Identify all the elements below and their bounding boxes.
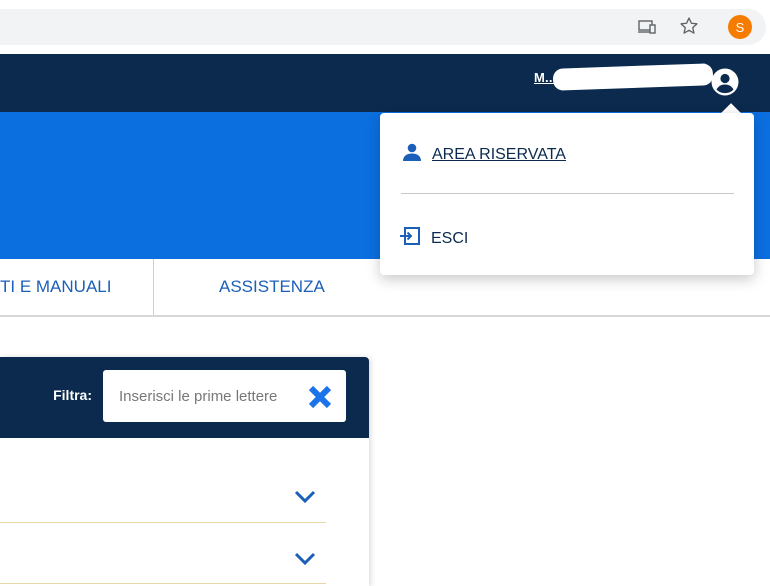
filter-label: Filtra:	[53, 387, 92, 403]
profile-avatar[interactable]: S	[728, 15, 752, 39]
logout-icon	[399, 226, 421, 251]
menu-item-area-riservata[interactable]: AREA RISERVATA	[402, 143, 566, 166]
chevron-down-icon[interactable]	[294, 552, 316, 566]
accordion-row[interactable]	[0, 462, 326, 523]
menu-item-esci[interactable]: ESCI	[399, 226, 468, 251]
accordion-row[interactable]	[0, 523, 326, 584]
account-circle-icon[interactable]	[710, 67, 740, 97]
menu-divider	[401, 193, 734, 194]
nav-separator	[153, 259, 154, 315]
person-icon	[402, 143, 422, 166]
chevron-down-icon[interactable]	[294, 490, 316, 504]
cast-icon[interactable]	[636, 16, 658, 38]
menu-item-label: AREA RISERVATA	[432, 145, 566, 163]
nav-item-assistenza[interactable]: ASSISTENZA	[219, 259, 325, 315]
menu-item-label: ESCI	[431, 229, 469, 247]
star-icon[interactable]	[678, 15, 700, 37]
nav-item-manuali[interactable]: TI E MANUALI	[0, 259, 111, 315]
close-icon[interactable]	[307, 385, 333, 409]
